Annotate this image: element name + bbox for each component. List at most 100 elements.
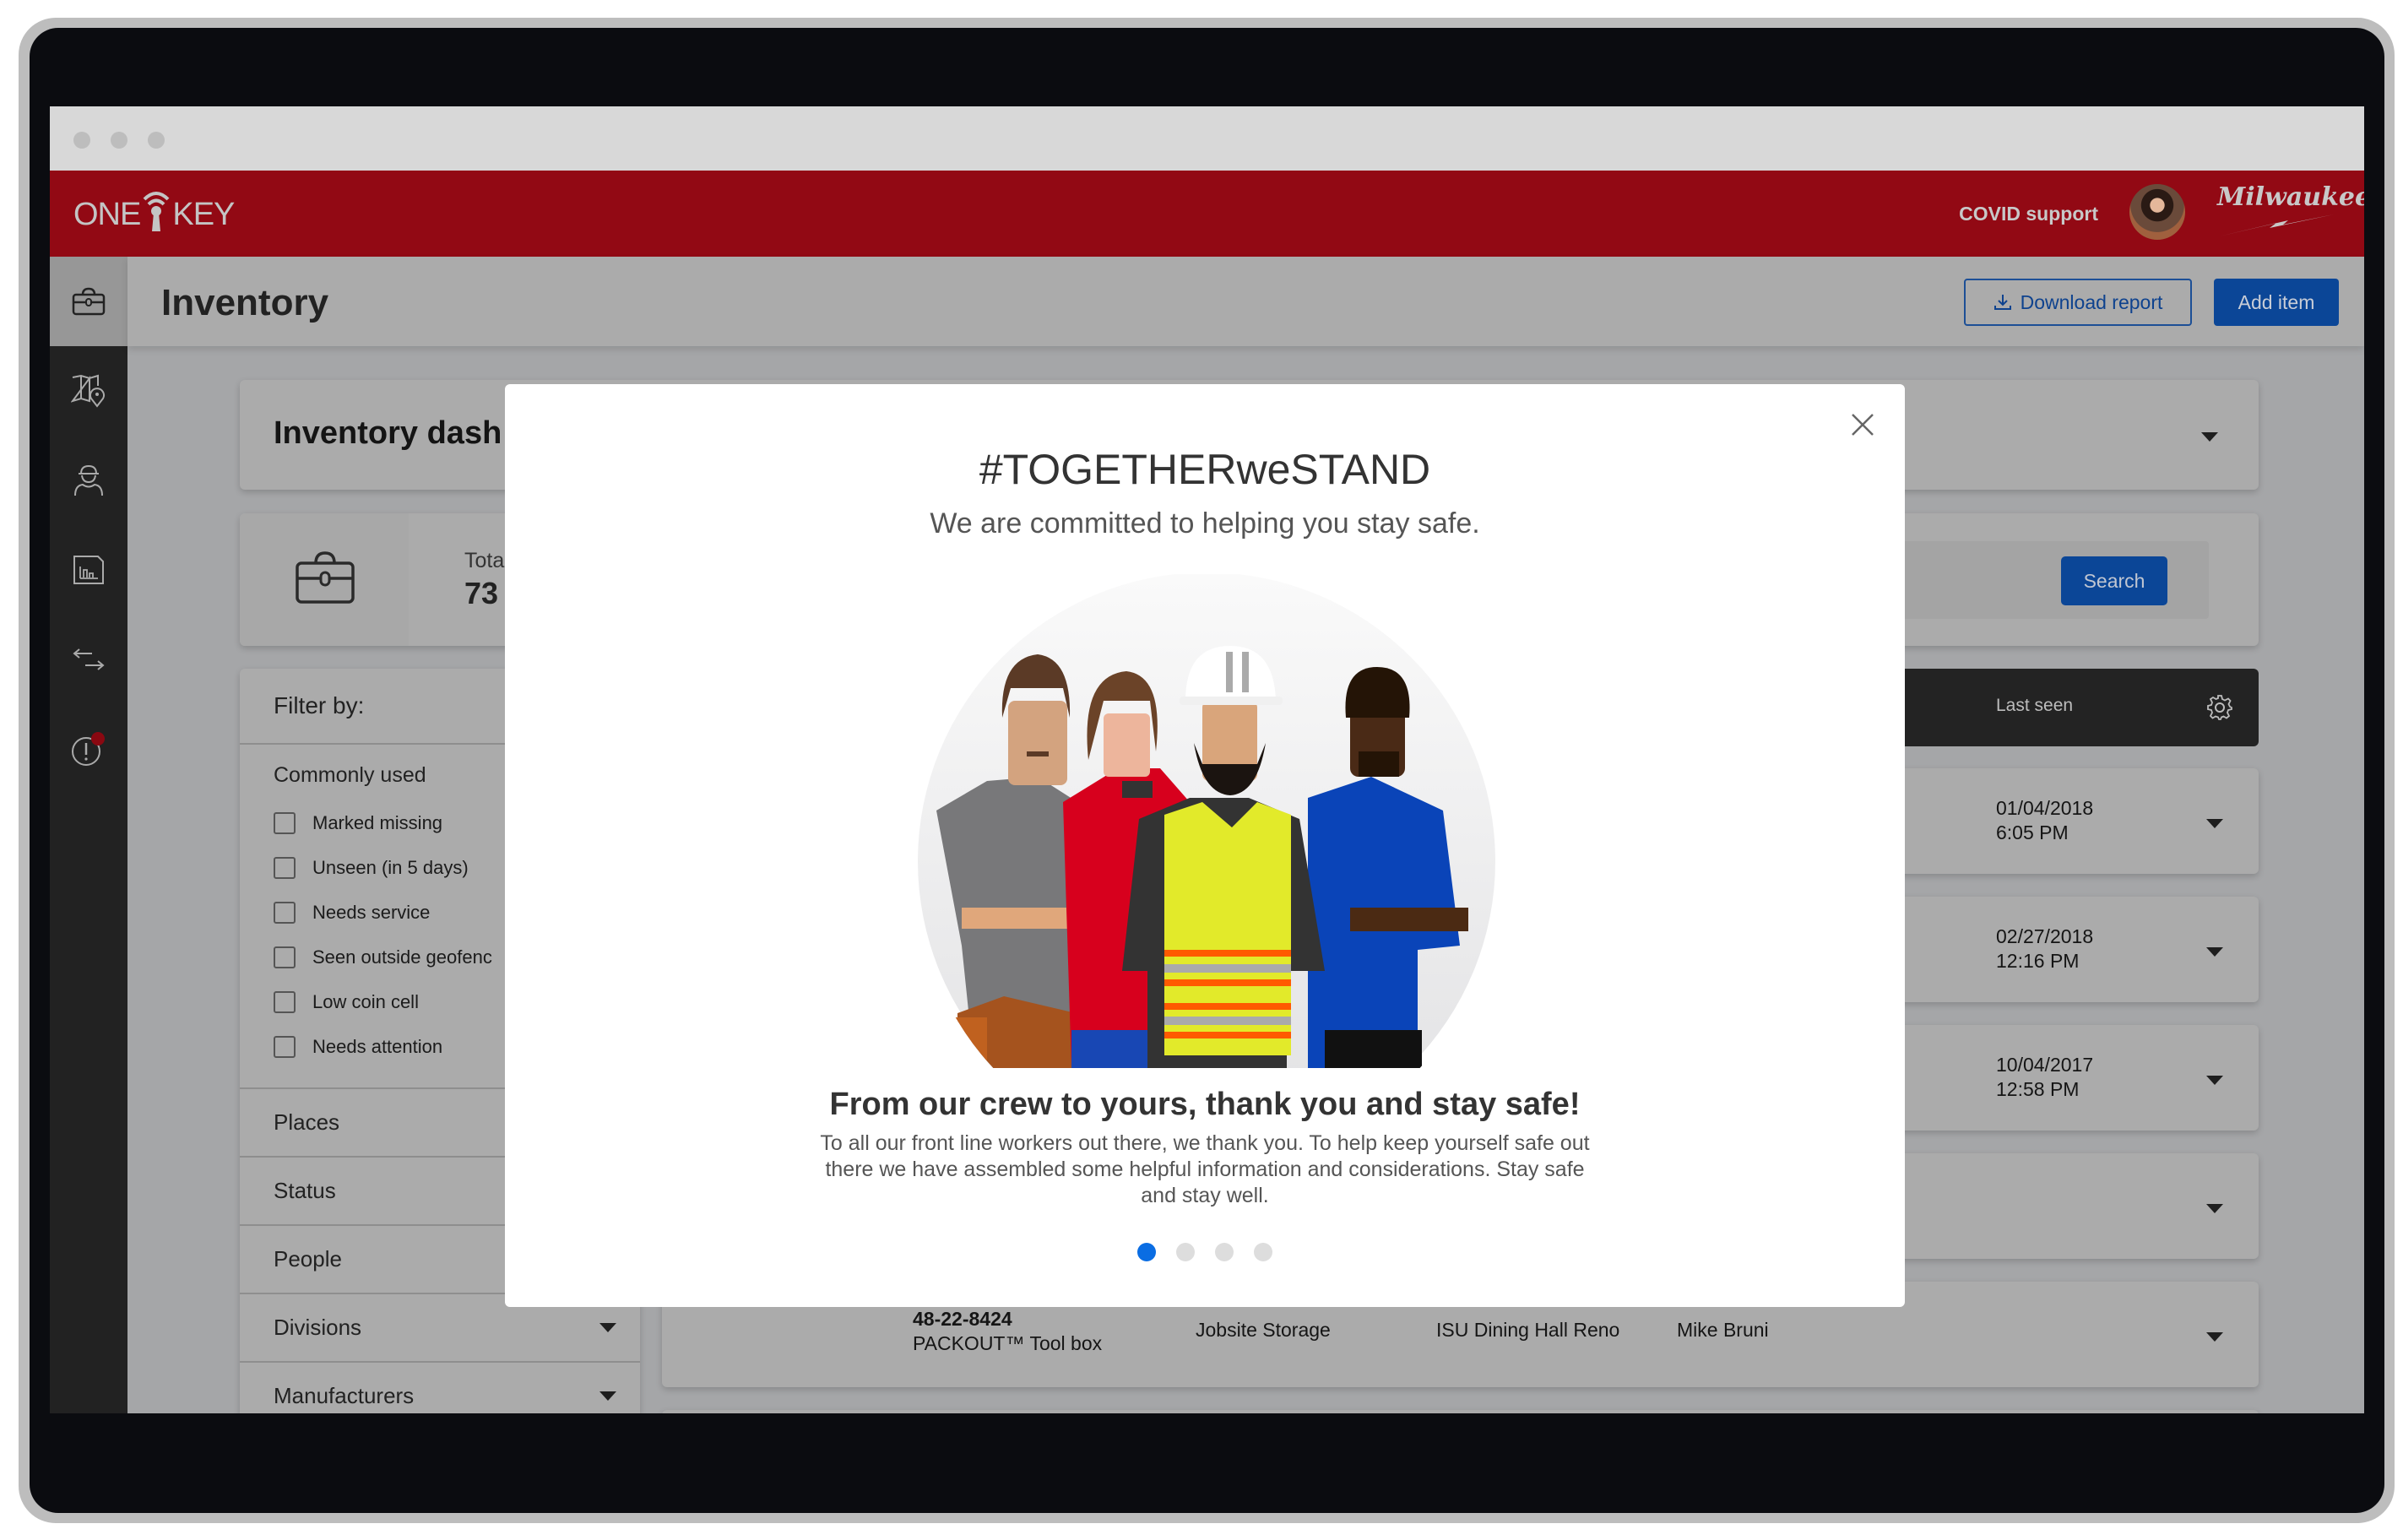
checkbox-label: Needs attention	[312, 1036, 443, 1057]
checkbox[interactable]	[274, 902, 296, 924]
modal-subtitle: We are committed to helping you stay saf…	[930, 507, 1480, 540]
commonly-used-label: Commonly used	[274, 763, 426, 787]
covid-modal: #TOGETHERweSTAND We are committed to hel…	[505, 384, 1905, 1307]
facet-label: Manufacturers	[274, 1383, 415, 1408]
lightning-icon	[2219, 214, 2334, 236]
last-seen-time: 6:05 PM	[1996, 822, 2069, 843]
facet-label: Divisions	[274, 1315, 362, 1340]
pager-dot-1[interactable]	[1137, 1243, 1156, 1261]
facet-label: Status	[274, 1178, 336, 1203]
checkbox[interactable]	[274, 991, 296, 1013]
sidebar-nav	[50, 257, 127, 1413]
pager-dot-2[interactable]	[1176, 1243, 1195, 1261]
gear-icon[interactable]	[2206, 694, 2233, 721]
covid-support-link[interactable]: COVID support	[1959, 203, 2098, 225]
filter-checkbox-row[interactable]: Unseen (in 5 days)	[274, 857, 469, 879]
expand-row-chevron-icon[interactable]	[2206, 947, 2223, 957]
last-seen-date: 02/27/2018	[1996, 925, 2094, 947]
search-button[interactable]: Search	[2061, 556, 2167, 605]
chevron-down-icon	[2201, 432, 2218, 442]
pager-dot-4[interactable]	[1254, 1243, 1272, 1261]
last-seen-time: 12:16 PM	[1996, 950, 2080, 972]
app-header: ONE KEY COVID support Milwaukee	[50, 171, 2364, 257]
column-last-seen[interactable]: Last seen	[1996, 696, 2073, 716]
alert-circle-icon	[72, 732, 105, 766]
facet-manufacturers[interactable]: Manufacturers	[240, 1361, 640, 1413]
add-item-button[interactable]: Add item	[2214, 279, 2339, 326]
checkbox-label: Needs service	[312, 902, 431, 923]
modal-body-text: To all our front line workers out there,…	[820, 1131, 1590, 1207]
filter-checkbox-row[interactable]: Seen outside geofenc	[274, 946, 492, 968]
sidebar-item-inventory[interactable]	[50, 257, 127, 346]
toolbox-icon	[296, 551, 355, 604]
alert-badge	[91, 732, 105, 746]
last-seen-cell: 10/04/2017 12:58 PM	[1996, 1053, 2093, 1102]
checkbox-label: Seen outside geofenc	[312, 946, 492, 968]
modal-title: #TOGETHERweSTAND	[979, 446, 1431, 493]
dashboard-title: Inventory dash	[274, 415, 502, 451]
logo-text-left: ONE	[73, 197, 141, 232]
last-seen-date: 01/04/2018	[1996, 797, 2094, 819]
last-seen-cell: 01/04/2018 6:05 PM	[1996, 796, 2093, 845]
modal-heading: From our crew to yours, thank you and st…	[829, 1087, 1581, 1122]
browser-chrome	[50, 106, 2364, 171]
last-seen-date: 10/04/2017	[1996, 1054, 2094, 1076]
person-cell: Mike Bruni	[1677, 1319, 1769, 1341]
expand-row-chevron-icon[interactable]	[2206, 1076, 2223, 1085]
item-model-number: 48-22-8424	[913, 1308, 1012, 1330]
chart-report-icon	[73, 556, 104, 584]
download-report-button[interactable]: Download report	[1964, 279, 2192, 326]
download-icon	[1993, 295, 2011, 310]
keyhole-signal-icon	[142, 187, 171, 233]
stats-label: Tota	[464, 549, 505, 572]
table-row[interactable]	[662, 1410, 2259, 1413]
window-maximize-control[interactable]	[148, 132, 165, 149]
transfer-arrows-icon	[73, 648, 105, 670]
pager-dot-3[interactable]	[1215, 1243, 1234, 1261]
logo-text-right: KEY	[172, 197, 235, 232]
sidebar-item-alerts[interactable]	[50, 704, 127, 794]
item-name: PACKOUT™ Tool box	[913, 1332, 1103, 1354]
sidebar-item-reports[interactable]	[50, 525, 127, 615]
download-report-label: Download report	[2020, 290, 2163, 313]
facet-label: Places	[274, 1109, 340, 1135]
expand-row-chevron-icon[interactable]	[2206, 1204, 2223, 1213]
sidebar-item-map[interactable]	[50, 346, 127, 436]
milwaukee-logo: Milwaukee	[2217, 182, 2364, 238]
checkbox[interactable]	[274, 857, 296, 879]
last-seen-cell: 02/27/2018 12:16 PM	[1996, 925, 2093, 973]
checkbox-label: Low coin cell	[312, 991, 419, 1012]
sidebar-item-people[interactable]	[50, 436, 127, 525]
stats-icon-panel	[240, 513, 409, 646]
user-avatar[interactable]	[2129, 184, 2185, 240]
toolbox-icon	[72, 287, 106, 316]
checkbox[interactable]	[274, 1036, 296, 1058]
checkbox[interactable]	[274, 812, 296, 834]
filter-checkbox-row[interactable]: Low coin cell	[274, 991, 419, 1013]
onekey-logo[interactable]: ONE KEY	[73, 192, 235, 233]
filter-checkbox-row[interactable]: Marked missing	[274, 812, 442, 834]
expand-row-chevron-icon[interactable]	[2206, 1332, 2223, 1342]
filter-heading: Filter by:	[274, 692, 365, 718]
chevron-down-icon	[599, 1391, 616, 1401]
last-seen-time: 12:58 PM	[1996, 1078, 2080, 1100]
expand-row-chevron-icon[interactable]	[2206, 819, 2223, 828]
sidebar-item-transfers[interactable]	[50, 615, 127, 704]
carousel-pager	[505, 1243, 1905, 1261]
division-cell: ISU Dining Hall Reno	[1436, 1319, 1620, 1341]
checkbox-label: Unseen (in 5 days)	[312, 857, 469, 878]
close-icon[interactable]	[1851, 413, 1874, 437]
window-minimize-control[interactable]	[111, 132, 127, 149]
page-header: Inventory Download report Add item	[127, 257, 2364, 346]
chevron-down-icon	[599, 1323, 616, 1332]
checkbox-label: Marked missing	[312, 812, 443, 833]
browser-window: ONE KEY COVID support Milwaukee Inventor…	[50, 106, 2364, 1413]
filter-checkbox-row[interactable]: Needs attention	[274, 1036, 442, 1058]
window-close-control[interactable]	[73, 132, 90, 149]
checkbox[interactable]	[274, 946, 296, 968]
worker-icon	[74, 464, 103, 496]
facet-label: People	[274, 1246, 342, 1272]
filter-checkbox-row[interactable]: Needs service	[274, 902, 430, 924]
page-title: Inventory	[161, 282, 329, 323]
item-cell: 48-22-8424 PACKOUT™ Tool box	[913, 1307, 1102, 1356]
